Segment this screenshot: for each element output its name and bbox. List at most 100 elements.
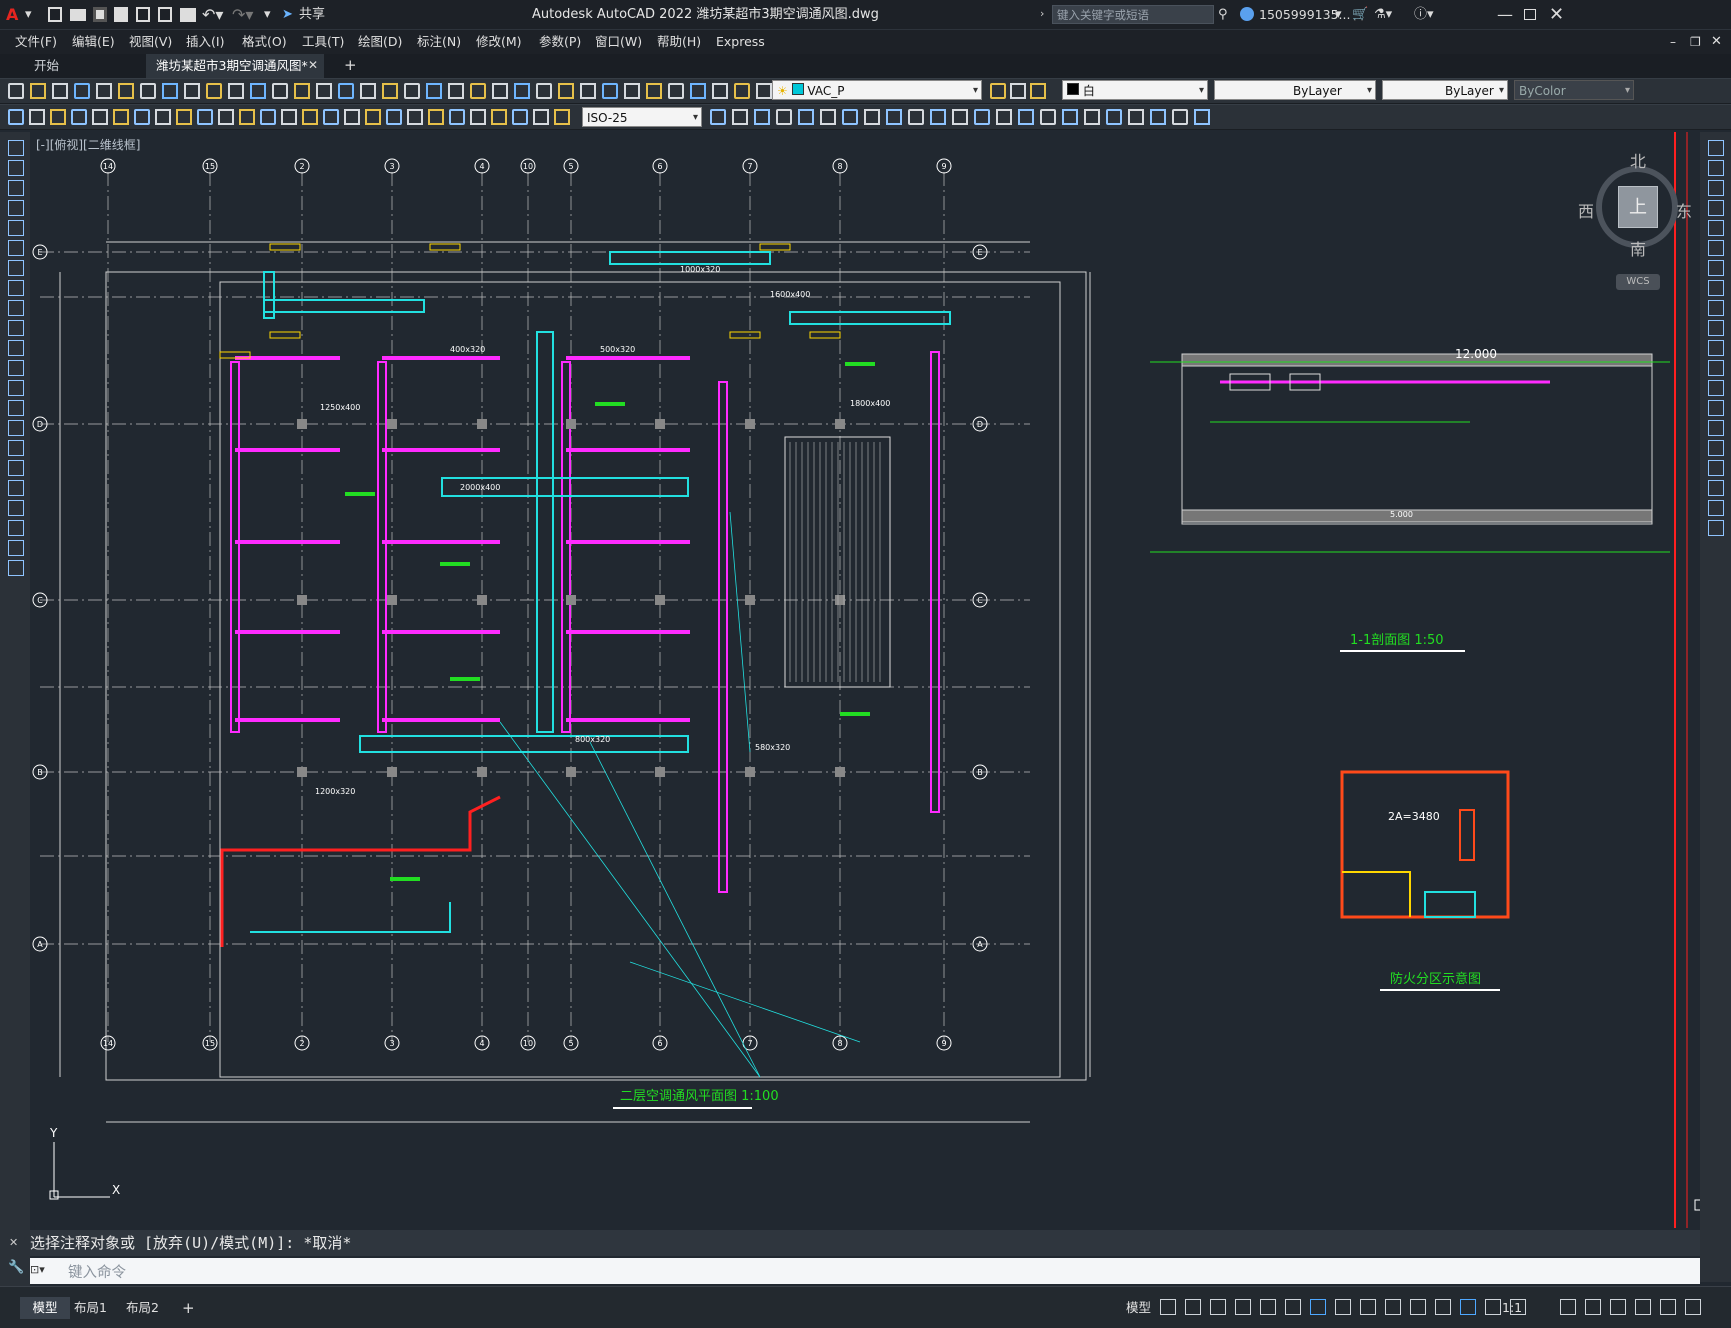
menu-format[interactable]: 格式(O) bbox=[242, 30, 287, 54]
layer-dropdown[interactable]: ☀ VAC_P ▾ bbox=[772, 80, 982, 100]
standard-tool-icon[interactable] bbox=[624, 83, 640, 99]
draw-palette-icon[interactable] bbox=[8, 280, 24, 296]
status-toggle-icon[interactable] bbox=[1460, 1299, 1476, 1315]
draw-palette-icon[interactable] bbox=[8, 140, 24, 156]
standard-tool-icon[interactable] bbox=[206, 83, 222, 99]
modify-palette-icon[interactable] bbox=[1708, 180, 1724, 196]
draw-palette-icon[interactable] bbox=[8, 320, 24, 336]
command-input[interactable]: ⊡▾ 键入命令 bbox=[30, 1258, 1700, 1284]
draw-palette-icon[interactable] bbox=[8, 380, 24, 396]
standard-tool-icon[interactable] bbox=[382, 83, 398, 99]
draw-tool-icon[interactable] bbox=[239, 109, 255, 125]
modify-tool-icon[interactable] bbox=[974, 109, 990, 125]
draw-palette-icon[interactable] bbox=[8, 180, 24, 196]
standard-tool-icon[interactable] bbox=[514, 83, 530, 99]
linetype-dropdown[interactable]: ByLayer ▾ bbox=[1214, 80, 1376, 100]
menu-window[interactable]: 窗口(W) bbox=[595, 30, 642, 54]
share-button[interactable]: 共享 bbox=[299, 0, 325, 30]
status-toggle-icon[interactable] bbox=[1285, 1299, 1301, 1315]
app-menu-chevron-icon[interactable]: ▾ bbox=[25, 0, 32, 30]
draw-palette-icon[interactable] bbox=[8, 420, 24, 436]
plotstyle-dropdown[interactable]: ByColor ▾ bbox=[1514, 80, 1634, 100]
modify-palette-icon[interactable] bbox=[1708, 380, 1724, 396]
draw-palette-icon[interactable] bbox=[8, 500, 24, 516]
draw-palette-icon[interactable] bbox=[8, 440, 24, 456]
draw-tool-icon[interactable] bbox=[512, 109, 528, 125]
layout-tab-model[interactable]: 模型 bbox=[20, 1297, 70, 1319]
viewcube-west[interactable]: 西 bbox=[1578, 198, 1594, 222]
draw-tool-icon[interactable] bbox=[302, 109, 318, 125]
modify-tool-icon[interactable] bbox=[886, 109, 902, 125]
draw-palette-icon[interactable] bbox=[8, 360, 24, 376]
dimstyle-dropdown[interactable]: ISO-25 ▾ bbox=[582, 107, 702, 127]
modify-palette-icon[interactable] bbox=[1708, 500, 1724, 516]
lineweight-dropdown[interactable]: ByLayer ▾ bbox=[1382, 80, 1508, 100]
command-customize-icon[interactable]: 🔧 bbox=[8, 1260, 24, 1275]
model-space-button[interactable]: 模型 bbox=[1126, 1297, 1151, 1319]
doc-close-button[interactable]: ✕ bbox=[1711, 30, 1722, 54]
doc-minimize-button[interactable]: – bbox=[1670, 30, 1676, 54]
help-icon[interactable]: ⓘ▾ bbox=[1414, 0, 1434, 30]
standard-tool-icon[interactable] bbox=[250, 83, 266, 99]
draw-tool-icon[interactable] bbox=[260, 109, 276, 125]
draw-palette-icon[interactable] bbox=[8, 160, 24, 176]
modify-tool-icon[interactable] bbox=[1040, 109, 1056, 125]
search-icon[interactable]: ⚲ bbox=[1218, 0, 1228, 30]
close-button[interactable]: ✕ bbox=[1549, 0, 1564, 30]
autocad-logo-icon[interactable]: A bbox=[6, 6, 24, 24]
search-expand-icon[interactable]: › bbox=[1040, 7, 1044, 20]
search-input[interactable]: 键入关键字或短语 bbox=[1052, 5, 1214, 24]
status-toggle-icon[interactable] bbox=[1210, 1299, 1226, 1315]
plot-icon[interactable] bbox=[180, 8, 196, 22]
modify-palette-icon[interactable] bbox=[1708, 340, 1724, 356]
standard-tool-icon[interactable] bbox=[448, 83, 464, 99]
draw-tool-icon[interactable] bbox=[197, 109, 213, 125]
layer-state-tool-icon[interactable] bbox=[1010, 83, 1026, 99]
layer-state-tool-icon[interactable] bbox=[1030, 83, 1046, 99]
minimize-button[interactable]: — bbox=[1497, 0, 1513, 30]
menu-draw[interactable]: 绘图(D) bbox=[358, 30, 402, 54]
status-toggle-icon[interactable] bbox=[1360, 1299, 1376, 1315]
undo-icon[interactable]: ↶▾ bbox=[202, 0, 223, 30]
modify-tool-icon[interactable] bbox=[1128, 109, 1144, 125]
standard-tool-icon[interactable] bbox=[96, 83, 112, 99]
standard-tool-icon[interactable] bbox=[338, 83, 354, 99]
command-close-icon[interactable]: ✕ bbox=[9, 1236, 18, 1249]
draw-palette-icon[interactable] bbox=[8, 560, 24, 576]
tab-start[interactable]: 开始 bbox=[24, 54, 144, 78]
modify-palette-icon[interactable] bbox=[1708, 220, 1724, 236]
standard-tool-icon[interactable] bbox=[426, 83, 442, 99]
standard-tool-icon[interactable] bbox=[470, 83, 486, 99]
draw-tool-icon[interactable] bbox=[365, 109, 381, 125]
draw-tool-icon[interactable] bbox=[134, 109, 150, 125]
modify-palette-icon[interactable] bbox=[1708, 160, 1724, 176]
draw-tool-icon[interactable] bbox=[113, 109, 129, 125]
draw-tool-icon[interactable] bbox=[71, 109, 87, 125]
draw-palette-icon[interactable] bbox=[8, 300, 24, 316]
command-recent-icon[interactable]: ⊡▾ bbox=[30, 1263, 54, 1279]
modify-palette-icon[interactable] bbox=[1708, 360, 1724, 376]
modify-tool-icon[interactable] bbox=[1084, 109, 1100, 125]
draw-tool-icon[interactable] bbox=[344, 109, 360, 125]
menu-express[interactable]: Express bbox=[716, 30, 765, 54]
draw-tool-icon[interactable] bbox=[50, 109, 66, 125]
modify-palette-icon[interactable] bbox=[1708, 440, 1724, 456]
standard-tool-icon[interactable] bbox=[712, 83, 728, 99]
command-line-handle[interactable]: ✕ 🔧 bbox=[0, 1230, 30, 1286]
modify-tool-icon[interactable] bbox=[1172, 109, 1188, 125]
standard-tool-icon[interactable] bbox=[272, 83, 288, 99]
status-toggle-icon[interactable] bbox=[1160, 1299, 1176, 1315]
modify-tool-icon[interactable] bbox=[732, 109, 748, 125]
draw-palette-icon[interactable] bbox=[8, 260, 24, 276]
modify-palette-icon[interactable] bbox=[1708, 140, 1724, 156]
standard-tool-icon[interactable] bbox=[668, 83, 684, 99]
layout-tab-2[interactable]: 布局2 bbox=[126, 1297, 159, 1319]
cart-icon[interactable]: 🛒 bbox=[1352, 0, 1368, 30]
standard-tool-icon[interactable] bbox=[404, 83, 420, 99]
save-as-icon[interactable] bbox=[114, 7, 128, 22]
status-toggle-icon[interactable] bbox=[1610, 1299, 1626, 1315]
modify-tool-icon[interactable] bbox=[864, 109, 880, 125]
standard-tool-icon[interactable] bbox=[316, 83, 332, 99]
draw-tool-icon[interactable] bbox=[533, 109, 549, 125]
modify-palette-icon[interactable] bbox=[1708, 260, 1724, 276]
